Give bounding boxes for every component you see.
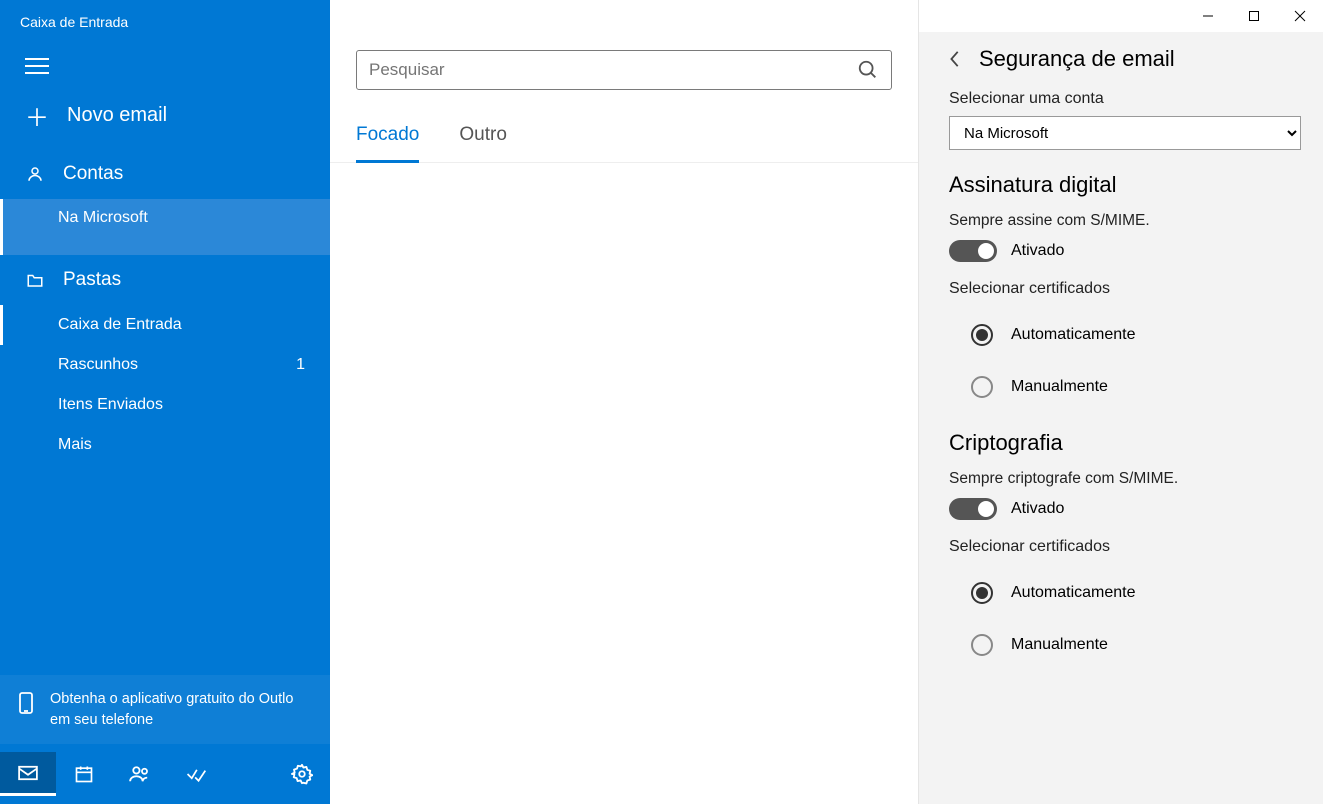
tab-other[interactable]: Outro	[459, 118, 507, 162]
folders-header: Pastas	[0, 255, 330, 305]
chevron-left-icon	[949, 50, 961, 68]
folder-label: Itens Enviados	[58, 396, 163, 414]
radio-unchecked-icon	[971, 376, 993, 398]
radio-label: Manualmente	[1011, 636, 1108, 654]
promo-text: Obtenha o aplicativo gratuito do Outlo e…	[50, 689, 293, 730]
inbox-tabs: Focado Outro	[330, 104, 918, 163]
radio-checked-icon	[971, 324, 993, 346]
folder-badge: 1	[296, 356, 305, 374]
search-input[interactable]	[369, 60, 857, 80]
tab-focused[interactable]: Focado	[356, 118, 419, 163]
gear-icon	[291, 763, 313, 785]
main-column: Focado Outro	[330, 0, 919, 804]
radio-unchecked-icon	[971, 634, 993, 656]
encryption-heading: Criptografia	[949, 430, 1301, 456]
account-select[interactable]: Na Microsoft	[949, 116, 1301, 150]
accounts-header: Contas	[0, 149, 330, 199]
radio-label: Manualmente	[1011, 378, 1108, 396]
checkmark-icon	[185, 765, 207, 783]
signature-toggle-label: Ativado	[1011, 242, 1064, 260]
window-controls	[919, 0, 1323, 32]
folder-drafts[interactable]: Rascunhos 1	[0, 345, 330, 385]
accounts-label: Contas	[63, 163, 123, 185]
encryption-toggle[interactable]	[949, 498, 997, 520]
people-icon	[128, 765, 152, 783]
radio-checked-icon	[971, 582, 993, 604]
folders-label: Pastas	[63, 269, 121, 291]
minimize-icon	[1202, 10, 1214, 22]
encryption-desc: Sempre criptografe com S/MIME.	[949, 470, 1301, 488]
signature-heading: Assinatura digital	[949, 172, 1301, 198]
close-icon	[1294, 10, 1306, 22]
maximize-icon	[1248, 10, 1260, 22]
search-box[interactable]	[356, 50, 892, 90]
person-icon	[25, 165, 45, 183]
signature-cert-label: Selecionar certificados	[949, 280, 1301, 298]
nav-settings[interactable]	[274, 752, 330, 796]
folder-label: Rascunhos	[58, 356, 138, 374]
settings-panel: Segurança de email Selecionar uma conta …	[919, 0, 1323, 804]
radio-label: Automaticamente	[1011, 326, 1136, 344]
folder-sent[interactable]: Itens Enviados	[0, 385, 330, 425]
hamburger-icon	[25, 58, 49, 74]
panel-title: Segurança de email	[979, 46, 1175, 72]
nav-calendar[interactable]	[56, 752, 112, 796]
sidebar: Caixa de Entrada ＋ Novo email Contas Na …	[0, 0, 330, 804]
signature-toggle[interactable]	[949, 240, 997, 262]
folder-label: Caixa de Entrada	[58, 316, 182, 334]
folder-icon	[25, 272, 45, 288]
folder-label: Mais	[58, 436, 92, 454]
panel-header: Segurança de email	[949, 38, 1301, 90]
phone-icon	[18, 691, 34, 715]
minimize-button[interactable]	[1185, 0, 1231, 32]
encryption-toggle-label: Ativado	[1011, 500, 1064, 518]
signature-desc: Sempre assine com S/MIME.	[949, 212, 1301, 230]
nav-mail[interactable]	[0, 752, 56, 796]
search-icon	[857, 59, 879, 81]
new-email-label: Novo email	[67, 104, 167, 127]
account-item-microsoft[interactable]: Na Microsoft	[0, 199, 330, 255]
nav-todo[interactable]	[168, 752, 224, 796]
signature-cert-manual[interactable]: Manualmente	[949, 366, 1301, 408]
folder-more[interactable]: Mais	[0, 425, 330, 465]
close-button[interactable]	[1277, 0, 1323, 32]
mail-icon	[17, 765, 39, 781]
folder-inbox[interactable]: Caixa de Entrada	[0, 305, 330, 345]
calendar-icon	[74, 764, 94, 784]
select-account-label: Selecionar uma conta	[949, 90, 1301, 108]
bottom-nav	[0, 744, 330, 804]
encryption-cert-label: Selecionar certificados	[949, 538, 1301, 556]
nav-people[interactable]	[112, 752, 168, 796]
encryption-cert-manual[interactable]: Manualmente	[949, 624, 1301, 666]
back-button[interactable]	[949, 50, 961, 68]
inbox-title: Caixa de Entrada	[0, 0, 330, 40]
promo-banner[interactable]: Obtenha o aplicativo gratuito do Outlo e…	[0, 675, 330, 744]
account-name: Na Microsoft	[58, 209, 148, 226]
maximize-button[interactable]	[1231, 0, 1277, 32]
hamburger-button[interactable]	[0, 40, 330, 82]
signature-cert-auto[interactable]: Automaticamente	[949, 314, 1301, 356]
radio-label: Automaticamente	[1011, 584, 1136, 602]
encryption-cert-auto[interactable]: Automaticamente	[949, 572, 1301, 614]
new-email-button[interactable]: ＋ Novo email	[0, 82, 330, 149]
plus-icon: ＋	[25, 98, 49, 133]
